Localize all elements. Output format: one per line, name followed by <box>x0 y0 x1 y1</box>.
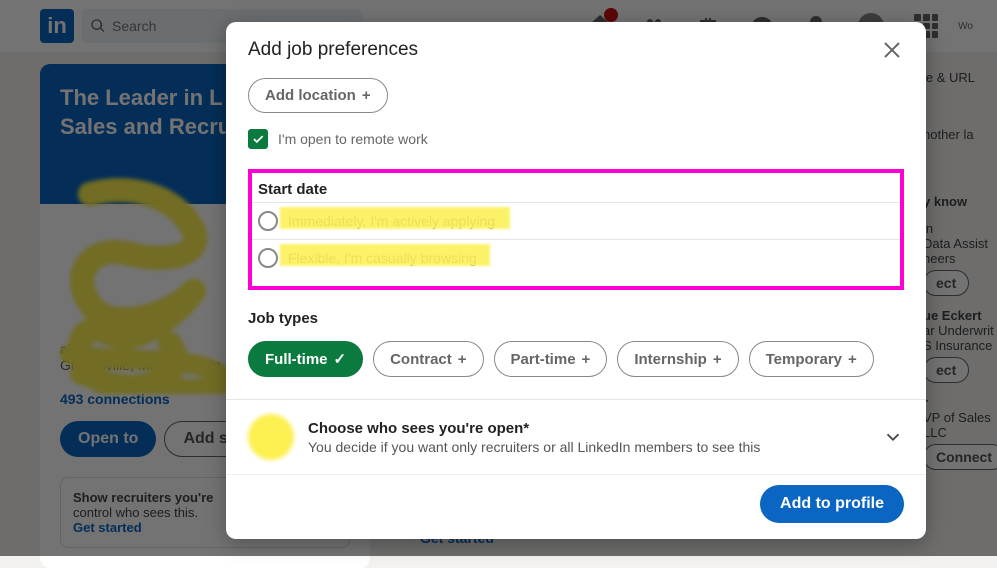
jobtype-parttime[interactable]: Part-time + <box>494 341 608 377</box>
radio-flexible[interactable]: Flexible, I'm casually browsing <box>252 239 900 276</box>
close-icon[interactable] <box>880 38 904 62</box>
jobtype-temporary[interactable]: Temporary + <box>749 341 874 377</box>
job-preferences-modal: Add job preferences Add location + I'm o… <box>226 22 926 539</box>
add-to-profile-button[interactable]: Add to profile <box>760 485 904 523</box>
visibility-title: Choose who sees you're open* <box>308 420 868 437</box>
add-location-button[interactable]: Add location + <box>248 78 388 113</box>
jobtype-fulltime[interactable]: Full-time ✓ <box>248 341 363 377</box>
modal-title: Add job preferences <box>248 39 418 61</box>
check-icon: ✓ <box>334 350 347 368</box>
plus-icon: + <box>362 87 371 104</box>
plus-icon: + <box>848 351 857 368</box>
job-types-label: Job types <box>248 310 904 331</box>
radio-immediately[interactable]: Immediately, I'm actively applying <box>252 202 900 239</box>
remote-checkbox-row[interactable]: I'm open to remote work <box>248 129 904 149</box>
visibility-avatar <box>248 414 294 460</box>
plus-icon: + <box>713 351 722 368</box>
visibility-subtitle: You decide if you want only recruiters o… <box>308 439 868 455</box>
start-date-label: Start date <box>252 181 900 202</box>
radio-icon <box>258 248 278 268</box>
chevron-down-icon <box>882 426 904 448</box>
jobtype-contract[interactable]: Contract + <box>373 341 483 377</box>
jobtype-internship[interactable]: Internship + <box>617 341 738 377</box>
start-date-highlight: Start date Immediately, I'm actively app… <box>248 169 904 290</box>
checkbox-checked-icon <box>248 129 268 149</box>
plus-icon: + <box>582 351 591 368</box>
visibility-section[interactable]: Choose who sees you're open* You decide … <box>226 400 926 474</box>
plus-icon: + <box>458 351 467 368</box>
radio-icon <box>258 211 278 231</box>
